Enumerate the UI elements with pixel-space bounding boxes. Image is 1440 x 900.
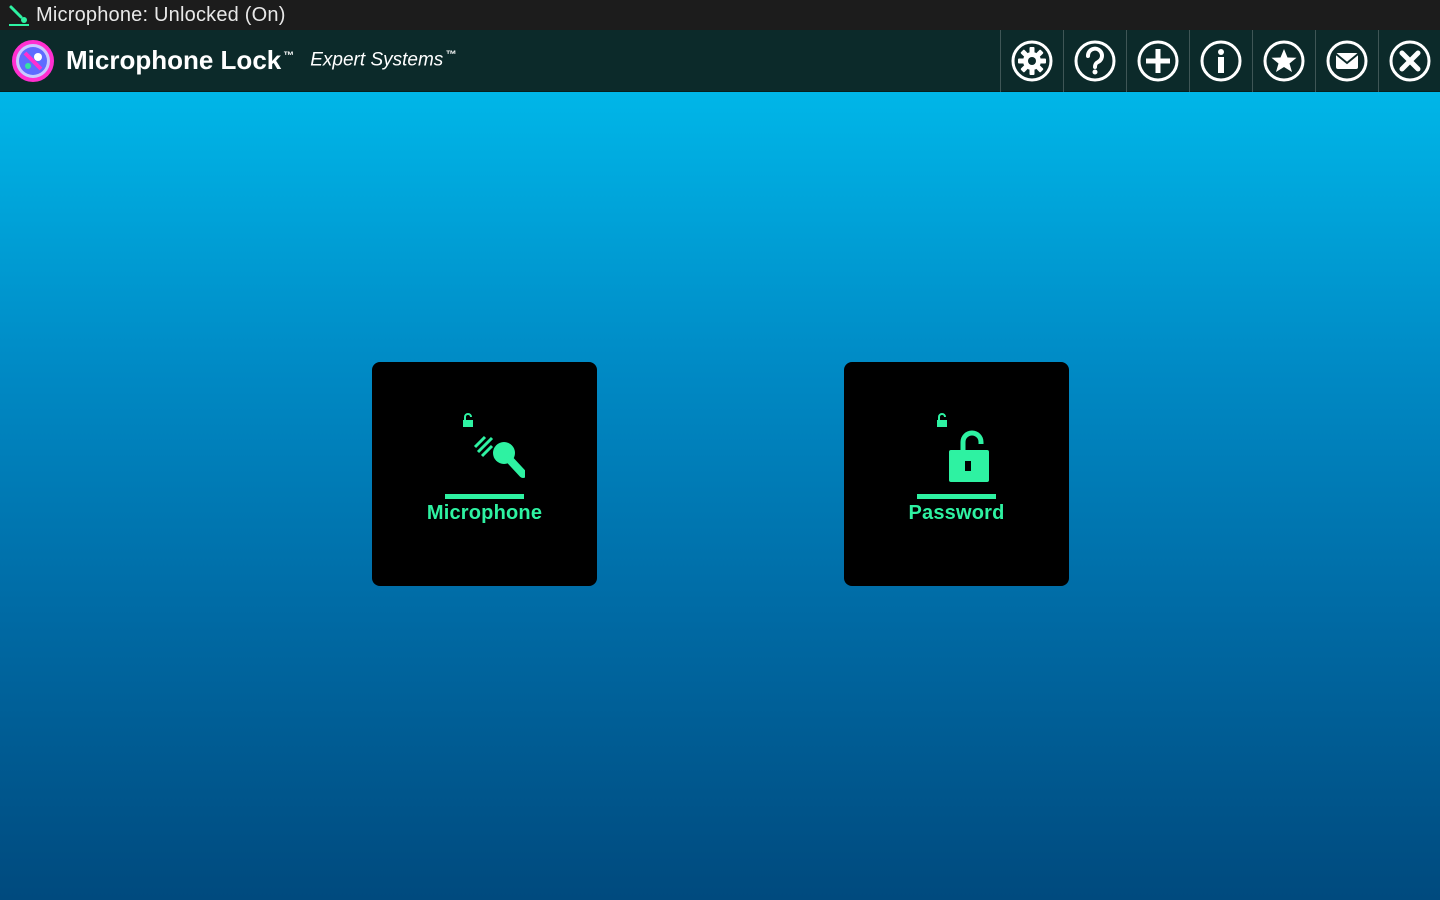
microphone-tile-label: Microphone bbox=[426, 502, 543, 524]
padlock-unlocked-icon bbox=[844, 412, 1069, 492]
microphone-tile-underline bbox=[445, 494, 524, 499]
toolbar bbox=[1000, 30, 1440, 92]
app-subtitle: Expert Systems ™ bbox=[310, 49, 457, 71]
mail-icon bbox=[1326, 40, 1368, 82]
rate-button[interactable] bbox=[1252, 30, 1315, 92]
email-button[interactable] bbox=[1315, 30, 1378, 92]
add-button[interactable] bbox=[1126, 30, 1189, 92]
microphone-tile[interactable]: Microphone bbox=[372, 362, 597, 586]
close-icon bbox=[1389, 40, 1431, 82]
question-icon bbox=[1074, 40, 1116, 82]
main-area: Microphone Password bbox=[0, 92, 1440, 900]
password-tile-label: Password bbox=[908, 502, 1005, 524]
info-button[interactable] bbox=[1189, 30, 1252, 92]
gear-icon bbox=[1011, 40, 1053, 82]
action-bar: Microphone Lock ™ Expert Systems ™ bbox=[0, 30, 1440, 92]
status-text: Microphone: Unlocked (On) bbox=[36, 3, 286, 26]
star-icon bbox=[1263, 40, 1305, 82]
microphone-icon bbox=[372, 412, 597, 492]
info-icon bbox=[1200, 40, 1242, 82]
microphone-status-icon bbox=[4, 0, 34, 30]
plus-icon bbox=[1137, 40, 1179, 82]
password-tile-underline bbox=[917, 494, 996, 499]
microphone-lock-logo bbox=[12, 39, 54, 82]
status-bar: Microphone: Unlocked (On) bbox=[0, 0, 1440, 30]
app-title: Microphone Lock ™ bbox=[66, 45, 295, 75]
password-tile[interactable]: Password bbox=[844, 362, 1069, 586]
close-button[interactable] bbox=[1378, 30, 1440, 92]
help-button[interactable] bbox=[1063, 30, 1126, 92]
settings-button[interactable] bbox=[1000, 30, 1063, 92]
